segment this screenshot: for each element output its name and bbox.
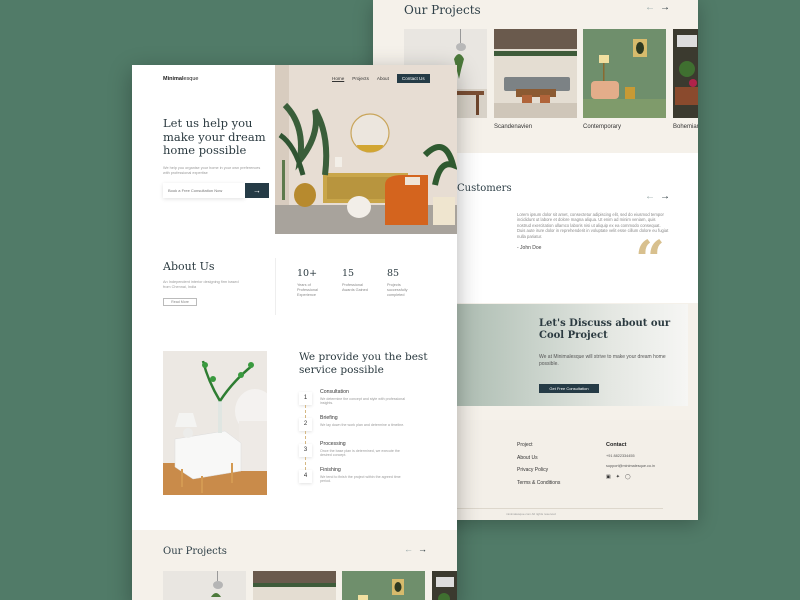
nav-about[interactable]: About bbox=[377, 76, 389, 81]
twitter-icon[interactable]: ✦ bbox=[616, 474, 620, 480]
project-card-bohemian[interactable] bbox=[432, 571, 457, 600]
stat-awards: 15 Professional Awards Gained bbox=[342, 268, 374, 293]
step-title: Briefing bbox=[320, 415, 338, 421]
testimonial-arrows: ← → bbox=[645, 191, 670, 202]
copyright: minimalesque.com All rights reserved bbox=[506, 512, 556, 516]
step-title: Processing bbox=[320, 441, 346, 447]
project-card-contemporary[interactable] bbox=[583, 29, 666, 118]
main-nav: Home Projects About Contact Us bbox=[332, 74, 430, 83]
projects-arrows: ← → bbox=[404, 544, 427, 554]
project-label: Contemporary bbox=[583, 124, 622, 130]
service-image bbox=[163, 351, 267, 495]
projects-arrows: ← → bbox=[645, 2, 670, 13]
read-more-button[interactable]: Read More bbox=[163, 298, 197, 306]
arrow-left-icon[interactable]: ← bbox=[645, 2, 655, 13]
arrow-right-icon[interactable]: → bbox=[660, 191, 670, 202]
cta-title: Let's Discuss about our Cool Project bbox=[539, 318, 671, 341]
contact-email[interactable]: support@minimalesque.co.in bbox=[606, 464, 655, 468]
stat-label: Projects successfully completed bbox=[387, 283, 408, 297]
stat-value: 10+ bbox=[297, 268, 318, 279]
projects-heading: Our Projects bbox=[163, 546, 227, 557]
get-free-consultation-button[interactable]: Get Free Consultation bbox=[539, 384, 599, 393]
hero-image bbox=[275, 65, 457, 234]
footer-contact: Contact +91 8822334455 support@minimales… bbox=[606, 442, 655, 480]
project-card-scandenavien[interactable] bbox=[253, 571, 336, 600]
contact-phone[interactable]: +91 8822334455 bbox=[606, 454, 655, 458]
step-number: 3 bbox=[299, 444, 312, 457]
project-image-contemporary bbox=[583, 29, 666, 118]
project-image-bohemian bbox=[673, 29, 698, 118]
project-image-scandenavien bbox=[494, 29, 577, 118]
project-card-scandenavien[interactable] bbox=[494, 29, 577, 118]
step-description: Once the base plan is determined, we exe… bbox=[320, 449, 400, 458]
about-text: An Independent interior designing firm b… bbox=[163, 280, 239, 289]
arrow-right-icon: → bbox=[253, 186, 261, 195]
testimonials-title: Customers bbox=[457, 183, 512, 194]
step-number: 4 bbox=[299, 470, 312, 483]
testimonial-author: - John Doe bbox=[517, 245, 542, 251]
quote-icon: “ bbox=[635, 230, 665, 291]
instagram-icon[interactable]: ◯ bbox=[625, 474, 631, 480]
project-card-bohemian[interactable] bbox=[673, 29, 698, 118]
front-page-preview: Minimalesque Home Projects About Contact… bbox=[132, 65, 457, 600]
step-description: We tend to finish the project within the… bbox=[320, 475, 401, 484]
step-title: Finishing bbox=[320, 467, 341, 473]
nav-projects[interactable]: Projects bbox=[352, 76, 369, 81]
hero-subtitle: We help you organise your home in your o… bbox=[163, 166, 261, 175]
arrow-right-icon[interactable]: → bbox=[660, 2, 670, 13]
front-projects-section: Our Projects ← → bbox=[132, 530, 457, 600]
social-icons: ▣ ✦ ◯ bbox=[606, 474, 655, 480]
stat-value: 15 bbox=[342, 268, 355, 279]
hero-title: Let us help you make your dream home pos… bbox=[163, 116, 266, 157]
step-number: 1 bbox=[299, 392, 312, 405]
arrow-left-icon[interactable]: ← bbox=[404, 544, 413, 554]
project-card-minimalist[interactable] bbox=[163, 571, 246, 600]
contact-heading: Contact bbox=[606, 442, 627, 448]
footer-link-privacy[interactable]: Privacy Policy bbox=[517, 467, 560, 473]
nav-home[interactable]: Home bbox=[332, 76, 344, 81]
step-title: Consultation bbox=[320, 389, 349, 395]
about-title: About Us bbox=[163, 260, 215, 273]
project-card-contemporary[interactable] bbox=[342, 571, 425, 600]
step-number: 2 bbox=[299, 418, 312, 431]
consultation-input[interactable] bbox=[163, 183, 245, 198]
arrow-right-icon[interactable]: → bbox=[418, 544, 427, 554]
step-connector bbox=[305, 457, 306, 470]
logo-bold: Minimal bbox=[163, 76, 184, 82]
stat-years: 10+ Years of Professional Experience bbox=[297, 268, 329, 297]
project-label: Scandenavien bbox=[494, 124, 533, 130]
logo-light: esque bbox=[183, 76, 199, 82]
projects-heading: Our Projects bbox=[404, 3, 481, 17]
stat-label: Professional Awards Gained bbox=[342, 283, 368, 292]
stat-projects: 85 Projects successfully completed bbox=[387, 268, 419, 297]
facebook-icon[interactable]: ▣ bbox=[606, 474, 611, 480]
about-divider bbox=[275, 258, 276, 315]
footer-links: Project About Us Privacy Policy Terms & … bbox=[517, 442, 560, 492]
consultation-submit-button[interactable]: → bbox=[245, 183, 269, 198]
stat-value: 85 bbox=[387, 268, 400, 279]
footer-link-project[interactable]: Project bbox=[517, 442, 560, 448]
stat-label: Years of Professional Experience bbox=[297, 283, 318, 297]
step-connector bbox=[305, 431, 306, 444]
cta-text: We at Minimalesque will strive to make y… bbox=[539, 354, 666, 367]
footer-link-terms[interactable]: Terms & Conditions bbox=[517, 480, 560, 486]
services-title: We provide you the best service possible bbox=[299, 351, 428, 376]
footer-link-about[interactable]: About Us bbox=[517, 455, 560, 461]
arrow-left-icon[interactable]: ← bbox=[645, 191, 655, 202]
project-label: Bohemian bbox=[673, 124, 698, 130]
logo[interactable]: Minimalesque bbox=[163, 76, 198, 82]
step-connector bbox=[305, 405, 306, 418]
step-description: We determine the concept and style with … bbox=[320, 397, 406, 406]
contact-us-button[interactable]: Contact Us bbox=[396, 74, 430, 83]
step-description: We lay down the work plan and determine … bbox=[320, 423, 405, 427]
